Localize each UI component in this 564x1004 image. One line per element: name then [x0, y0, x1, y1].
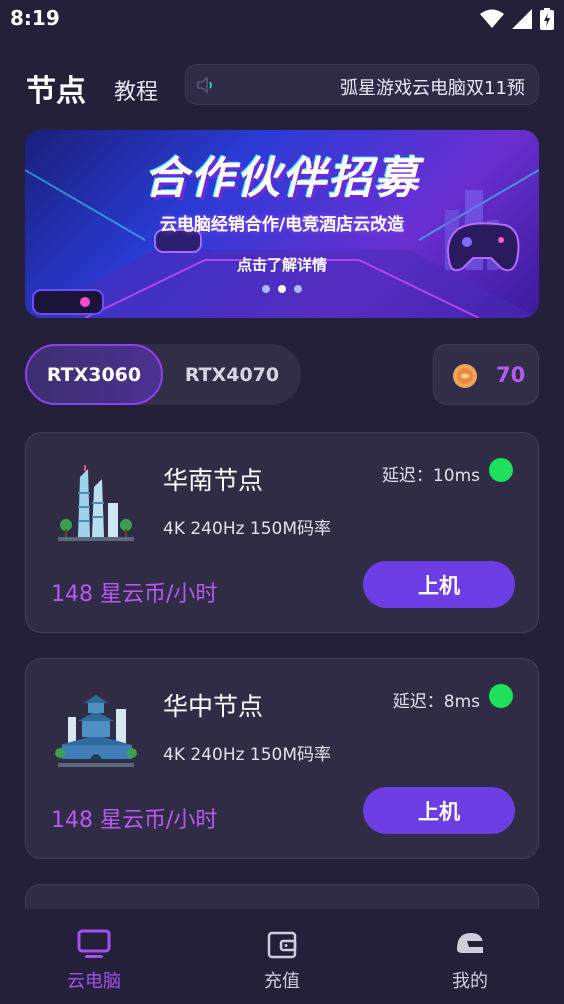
online-status-dot — [489, 684, 513, 708]
node-spec: 4K 240Hz 150M码率 — [163, 745, 332, 765]
wifi-icon — [480, 9, 504, 28]
wuhan-tower-icon — [55, 695, 137, 767]
announcement-text: 弧星游戏云电脑双11预 — [340, 78, 525, 99]
banner-subtitle: 云电脑经销合作/电竞酒店云改造 — [159, 215, 405, 235]
promo-banner[interactable]: 合作伙伴招募 云电脑经销合作/电竞酒店云改造 点击了解详情 — [25, 130, 539, 318]
nav-item-cloud-pc[interactable]: 云电脑 — [0, 909, 188, 1004]
nav-label: 云电脑 — [67, 971, 121, 992]
node-card[interactable]: 华南节点 延迟：10ms 4K 240Hz 150M码率 148 星云币/小时 … — [25, 432, 539, 633]
gpu-selector: RTX3060 RTX4070 — [25, 344, 301, 405]
node-spec: 4K 240Hz 150M码率 — [163, 519, 332, 539]
launch-button[interactable]: 上机 — [363, 787, 515, 834]
tab-tutorial[interactable]: 教程 — [114, 74, 158, 106]
monitor-icon — [77, 929, 111, 958]
status-bar: 8:19 — [0, 0, 564, 38]
battery-icon — [540, 8, 554, 30]
tab-nodes[interactable]: 节点 — [26, 66, 86, 110]
node-latency: 延迟：10ms — [381, 466, 480, 486]
carousel-dot — [262, 285, 270, 293]
launch-button[interactable]: 上机 — [363, 561, 515, 608]
coin-icon — [453, 364, 477, 388]
gpu-tab-rtx3060[interactable]: RTX3060 — [25, 344, 163, 405]
node-card[interactable]: 华中节点 延迟：8ms 4K 240Hz 150M码率 148 星云币/小时 上… — [25, 658, 539, 859]
announcement-marquee[interactable]: 弧星游戏云电脑双11预 — [185, 64, 539, 105]
node-name: 华南节点 — [163, 466, 264, 495]
nav-label: 充值 — [264, 971, 300, 992]
nav-item-recharge[interactable]: 充值 — [188, 909, 376, 1004]
speaker-icon — [197, 76, 212, 94]
helmet-icon — [457, 933, 483, 953]
carousel-dot-active — [278, 285, 286, 293]
online-status-dot — [489, 458, 513, 482]
nav-label: 我的 — [452, 971, 488, 992]
status-time: 8:19 — [10, 6, 60, 30]
coin-value: 70 — [496, 363, 526, 387]
coin-balance[interactable]: 70 — [433, 344, 539, 405]
wallet-icon — [267, 931, 297, 959]
node-price: 148 星云币/小时 — [51, 582, 218, 607]
nav-item-mine[interactable]: 我的 — [376, 909, 564, 1004]
signal-icon — [512, 9, 532, 29]
status-icons — [480, 8, 554, 30]
banner-title: 合作伙伴招募 — [144, 153, 420, 204]
node-latency: 延迟：8ms — [392, 692, 480, 712]
node-price: 148 星云币/小时 — [51, 808, 218, 833]
bottom-nav: 云电脑 充值 我的 — [0, 909, 564, 1004]
console-illustration — [32, 289, 104, 315]
gpu-tab-rtx4070[interactable]: RTX4070 — [163, 344, 301, 405]
carousel-indicator — [25, 285, 539, 293]
banner-cta: 点击了解详情 — [236, 256, 327, 274]
carousel-dot — [294, 285, 302, 293]
guangzhou-skyline-icon — [58, 465, 134, 541]
node-name: 华中节点 — [163, 692, 264, 721]
